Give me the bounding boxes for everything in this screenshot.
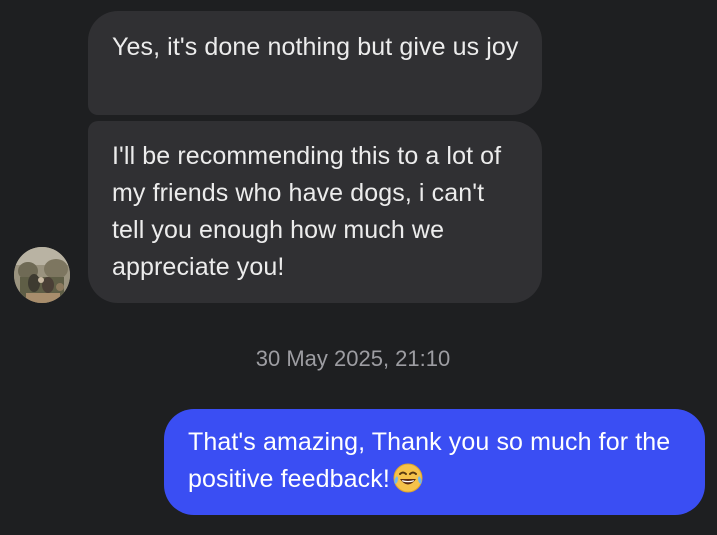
message-text: Yes, it's done nothing but give us joy [112, 33, 519, 61]
message-text: That's amazing, Thank you so much for th… [188, 428, 671, 493]
outgoing-message-bubble[interactable]: That's amazing, Thank you so much for th… [164, 409, 705, 515]
tears-of-joy-emoji-icon [392, 462, 424, 505]
incoming-message-bubble[interactable]: Yes, it's done nothing but give us joy [88, 11, 542, 115]
message-text: I'll be recommending this to a lot of my… [112, 142, 502, 281]
avatar[interactable] [14, 247, 70, 303]
incoming-message-bubble[interactable]: I'll be recommending this to a lot of my… [88, 121, 542, 303]
avatar-photo [14, 247, 70, 303]
message-timestamp: 30 May 2025, 21:10 [255, 346, 451, 371]
